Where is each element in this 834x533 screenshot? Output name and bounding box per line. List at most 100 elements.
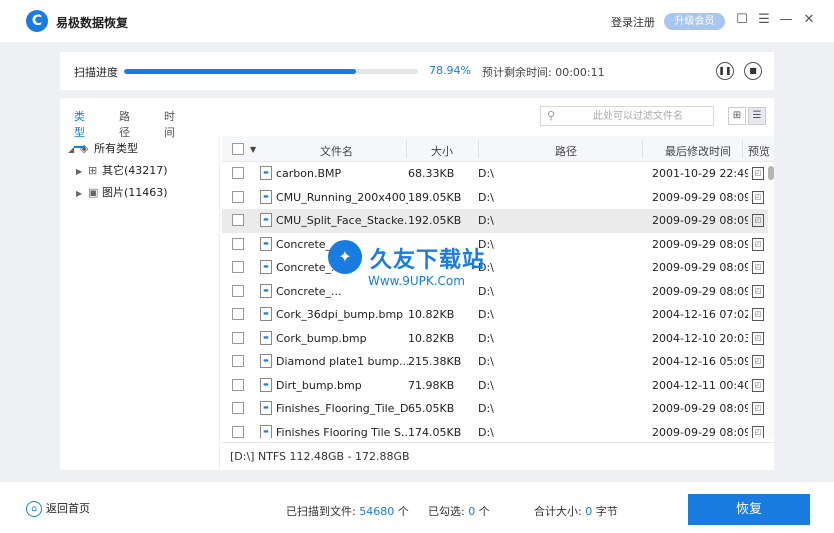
file-icon: ▬: [260, 377, 272, 392]
row-checkbox[interactable]: [232, 284, 244, 297]
scrollbar-thumb[interactable]: [768, 166, 774, 180]
file-path-cell: D:\: [478, 378, 494, 392]
recover-button[interactable]: 恢复: [688, 494, 810, 525]
table-row[interactable]: ▬ carbon.BMP 68.33KB D:\ 2001-10-29 22:49 ◰: [222, 162, 774, 186]
table-row[interactable]: ▬ Finishes_Flooring_Tile_D... 65.05KB D:\ 20…: [222, 397, 774, 421]
filter-search-input[interactable]: [565, 108, 711, 124]
file-modified-cell: 2004-12-11 00:40: [652, 378, 748, 392]
select-dropdown-icon[interactable]: ▼: [250, 145, 256, 154]
stop-button[interactable]: ■: [744, 62, 762, 80]
table-row[interactable]: ▬ CMU_Running_200x400_... 189.05KB D:\ 2009-…: [222, 186, 774, 210]
tree-item-label: 图片(11463): [102, 186, 168, 199]
preview-icon[interactable]: ◰: [752, 261, 764, 274]
column-divider: [406, 140, 407, 158]
file-icon: ▬: [260, 424, 272, 438]
row-checkbox[interactable]: [232, 331, 244, 344]
preview-icon[interactable]: ◰: [752, 355, 764, 368]
row-checkbox[interactable]: [232, 402, 244, 414]
login-register-link[interactable]: 登录注册: [611, 14, 655, 30]
select-all-checkbox[interactable]: [232, 143, 244, 155]
table-row[interactable]: ▬ Diamond plate1 bump.... 215.38KB D:\ 2004-…: [222, 350, 774, 374]
file-icon: ▬: [260, 330, 272, 345]
checked-files-unit: 个: [478, 505, 490, 518]
pause-button[interactable]: ❚❚: [716, 62, 734, 80]
expand-arrow-icon[interactable]: ▶: [76, 167, 88, 176]
total-size-unit: 字节: [595, 505, 618, 518]
column-header-size[interactable]: 大小: [431, 143, 453, 159]
bottom-bar: ⌂ 返回首页 已扫描到文件: 54680 个 已勾选: 0 个 合计大小: 0 字…: [0, 482, 834, 533]
grid-icon: ⊞: [88, 164, 98, 177]
row-checkbox[interactable]: [232, 261, 244, 273]
table-row[interactable]: ▬ Cork_bump.bmp 10.82KB D:\ 2004-12-10 20:03…: [222, 327, 774, 351]
file-icon: ▬: [260, 283, 272, 298]
file-modified-cell: 2009-09-29 08:09: [652, 237, 748, 251]
file-icon: ▬: [260, 354, 272, 368]
preview-icon[interactable]: ◰: [752, 214, 764, 227]
scanned-files-stat: 已扫描到文件: 54680 个: [286, 503, 409, 519]
grid-view-button[interactable]: ⊞: [728, 107, 746, 125]
preview-icon[interactable]: ◰: [752, 425, 764, 438]
file-modified-cell: 2009-09-29 08:09: [652, 261, 748, 274]
row-checkbox[interactable]: [232, 237, 244, 250]
preview-icon[interactable]: ◰: [752, 167, 764, 180]
column-header-preview: 预览: [748, 145, 770, 158]
row-checkbox[interactable]: [232, 190, 244, 203]
preview-icon[interactable]: ◰: [752, 331, 764, 345]
table-row[interactable]: ▬ Concrete_... D:\ 2009-09-29 08:09 ◰: [222, 256, 774, 280]
file-path-cell: D:\: [478, 284, 494, 298]
tree-item-all-types[interactable]: ◢ ◈ 所有类型: [68, 140, 138, 156]
menu-icon[interactable]: ☰: [756, 12, 772, 28]
file-icon: ▬: [260, 401, 272, 415]
column-header-name[interactable]: 文件名: [320, 143, 353, 159]
row-checkbox[interactable]: [232, 308, 244, 320]
preview-icon[interactable]: ◰: [752, 284, 764, 298]
table-row[interactable]: ▬ Concrete_... D:\ 2009-09-29 08:09 ◰: [222, 280, 774, 304]
scan-progress-fill: [124, 69, 357, 74]
remaining-time-value: 00:00:11: [555, 66, 605, 79]
row-checkbox[interactable]: [232, 214, 244, 226]
upgrade-vip-button[interactable]: 升级会员: [664, 13, 725, 30]
collapse-arrow-icon[interactable]: ◢: [68, 145, 80, 154]
preview-icon[interactable]: ◰: [752, 237, 764, 251]
file-path-cell: D:\: [478, 425, 494, 439]
row-checkbox[interactable]: [232, 167, 244, 179]
list-view-button[interactable]: ☰: [748, 107, 766, 125]
column-header-path[interactable]: 路径: [555, 143, 577, 159]
remaining-time: 预计剩余时间: 00:00:11: [482, 64, 605, 80]
preview-icon[interactable]: ◰: [752, 378, 764, 392]
tree-item-images[interactable]: ▶ ▣ 图片(11463): [76, 184, 168, 200]
file-path-cell: D:\: [478, 214, 494, 227]
preview-icon[interactable]: ◰: [752, 402, 764, 415]
checked-files-stat: 已勾选: 0 个: [428, 503, 490, 519]
vertical-scrollbar[interactable]: [768, 162, 774, 438]
file-modified-cell: 2009-09-29 08:09: [652, 402, 748, 415]
main-panel: 类型 路径 时间 ⚲ ⊞ ☰ ◢◈所有类型 ▶⊞其它(43217) ▶▣图片(1…: [60, 98, 774, 470]
tree-item-other[interactable]: ▶ ⊞ 其它(43217): [76, 162, 168, 178]
file-path-cell: D:\: [478, 261, 494, 274]
table-row[interactable]: ▬ Dirt_bump.bmp 71.98KB D:\ 2004-12-11 00:40…: [222, 374, 774, 398]
column-header-modified[interactable]: 最后修改时间: [665, 143, 731, 159]
row-checkbox[interactable]: [232, 425, 244, 438]
table-row[interactable]: ▬ CMU_Split_Face_Stacke... 192.05KB D:\ 2009…: [222, 209, 774, 233]
return-home-button[interactable]: ⌂ 返回首页: [26, 500, 90, 517]
file-modified-cell: 2009-09-29 08:09: [652, 214, 748, 227]
tree-item-label: 所有类型: [94, 142, 138, 155]
row-checkbox[interactable]: [232, 355, 244, 367]
expand-arrow-icon[interactable]: ▶: [76, 189, 88, 198]
file-path-cell: D:\: [478, 331, 494, 345]
preview-icon[interactable]: ◰: [752, 308, 764, 321]
total-size-label: 合计大小:: [534, 505, 582, 518]
table-row[interactable]: ▬ Concrete_... D:\ 2009-09-29 08:09 ◰: [222, 233, 774, 257]
filter-search-box: ⚲: [540, 106, 714, 126]
close-icon[interactable]: ✕: [801, 12, 817, 28]
row-checkbox[interactable]: [232, 378, 244, 391]
home-icon: ⌂: [26, 501, 42, 517]
feedback-icon[interactable]: ☐: [734, 12, 750, 28]
file-name-cell: Cork_36dpi_bump.bmp: [276, 308, 404, 321]
checked-files-label: 已勾选:: [428, 505, 465, 518]
scan-progress-percent: 78.94%: [429, 64, 471, 77]
preview-icon[interactable]: ◰: [752, 190, 764, 204]
table-row[interactable]: ▬ Finishes Flooring Tile S... 174.05KB D:\ 2…: [222, 421, 774, 439]
table-row[interactable]: ▬ Cork_36dpi_bump.bmp 10.82KB D:\ 2004-12-16…: [222, 303, 774, 327]
minimize-icon[interactable]: —: [778, 12, 794, 28]
